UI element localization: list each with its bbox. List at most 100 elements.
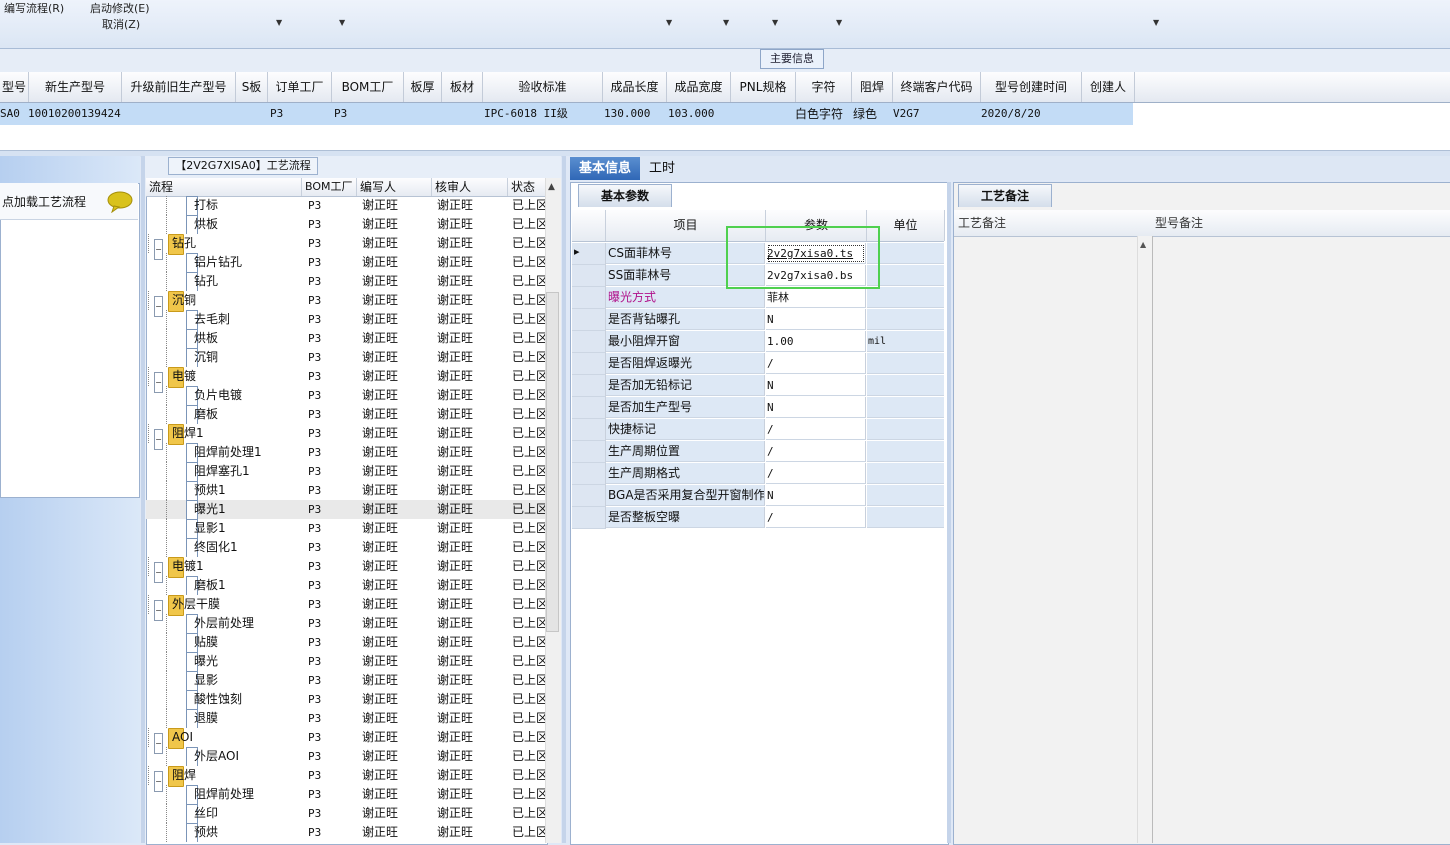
- tree-node[interactable]: 外层AOI P3 谢正旺 谢正旺 已上区: [146, 747, 546, 766]
- tree-node[interactable]: 阻焊塞孔1 P3 谢正旺 谢正旺 已上区: [146, 462, 546, 481]
- param-value[interactable]: /: [766, 507, 866, 528]
- row-selector[interactable]: [572, 331, 606, 353]
- col-material[interactable]: 板材: [442, 72, 483, 102]
- dropdown-arrow-icon[interactable]: ▼: [666, 18, 672, 27]
- row-selector[interactable]: [572, 353, 606, 375]
- row-selector[interactable]: [572, 309, 606, 331]
- tree-node[interactable]: 终固化1 P3 谢正旺 谢正旺 已上区: [146, 538, 546, 557]
- param-value[interactable]: N: [766, 375, 866, 396]
- scroll-up-icon[interactable]: ▲: [548, 182, 555, 192]
- tree-node[interactable]: 显影1 P3 谢正旺 谢正旺 已上区: [146, 519, 546, 538]
- row-selector[interactable]: [572, 265, 606, 287]
- row-selector[interactable]: [572, 419, 606, 441]
- cancel-menu[interactable]: 取消(Z): [102, 16, 140, 32]
- tree-node[interactable]: − 钻孔 P3 谢正旺 谢正旺 已上区: [146, 234, 546, 260]
- start-modify-menu[interactable]: 启动修改(E): [90, 0, 150, 16]
- param-value[interactable]: /: [766, 441, 866, 462]
- speech-bubble-icon[interactable]: [107, 191, 133, 213]
- param-value[interactable]: /: [766, 419, 866, 440]
- param-value[interactable]: /: [766, 353, 866, 374]
- param-value[interactable]: N: [766, 309, 866, 330]
- remark-scrollbar[interactable]: [1137, 236, 1153, 843]
- col-created[interactable]: 型号创建时间: [981, 72, 1082, 102]
- tree-node[interactable]: − 沉铜 P3 谢正旺 谢正旺 已上区: [146, 291, 546, 317]
- vertical-splitter[interactable]: [947, 182, 951, 843]
- col-flow-bom[interactable]: BOM工厂: [302, 178, 357, 196]
- model-remark-input[interactable]: [1153, 237, 1447, 841]
- tree-node[interactable]: 烘板 P3 谢正旺 谢正旺 已上区: [146, 329, 546, 348]
- tab-process-remarks[interactable]: 工艺备注: [958, 184, 1052, 207]
- tree-node[interactable]: 显影 P3 谢正旺 谢正旺 已上区: [146, 671, 546, 690]
- tree-node[interactable]: 曝光 P3 谢正旺 谢正旺 已上区: [146, 652, 546, 671]
- flow-scroll-thumb[interactable]: [546, 292, 559, 632]
- tree-node[interactable]: 阻焊前处理 P3 谢正旺 谢正旺 已上区: [146, 785, 546, 804]
- col-customer[interactable]: 终端客户代码: [893, 72, 981, 102]
- param-value[interactable]: 1.00: [766, 331, 866, 352]
- param-row[interactable]: 是否加无铅标记 N: [572, 375, 944, 397]
- col-width[interactable]: 成品宽度: [667, 72, 731, 102]
- dropdown-arrow-icon[interactable]: ▼: [723, 18, 729, 27]
- main-info-tab[interactable]: 主要信息: [760, 49, 824, 69]
- param-row[interactable]: 是否加生产型号 N: [572, 397, 944, 419]
- col-standard[interactable]: 验收标准: [483, 72, 603, 102]
- param-row[interactable]: 生产周期格式 /: [572, 463, 944, 485]
- tree-node[interactable]: 曝光1 P3 谢正旺 谢正旺 已上区: [146, 500, 546, 519]
- load-flow-label[interactable]: 点加载工艺流程: [2, 193, 86, 210]
- param-row[interactable]: 快捷标记 /: [572, 419, 944, 441]
- param-value[interactable]: N: [766, 485, 866, 506]
- tree-node[interactable]: − AOI P3 谢正旺 谢正旺 已上区: [146, 728, 546, 754]
- tree-node[interactable]: 丝印 P3 谢正旺 谢正旺 已上区: [146, 804, 546, 823]
- col-order-factory[interactable]: 订单工厂: [268, 72, 332, 102]
- row-selector[interactable]: [572, 441, 606, 463]
- edit-flow-menu[interactable]: 编写流程(R): [4, 0, 64, 16]
- param-value[interactable]: 菲林: [766, 287, 866, 308]
- param-value[interactable]: /: [766, 463, 866, 484]
- col-status[interactable]: 状态: [508, 178, 546, 196]
- tree-node[interactable]: 酸性蚀刻 P3 谢正旺 谢正旺 已上区: [146, 690, 546, 709]
- dropdown-arrow-icon[interactable]: ▼: [772, 18, 778, 27]
- param-row[interactable]: 是否阻焊返曝光 /: [572, 353, 944, 375]
- tree-node[interactable]: 阻焊前处理1 P3 谢正旺 谢正旺 已上区: [146, 443, 546, 462]
- tree-node[interactable]: 负片电镀 P3 谢正旺 谢正旺 已上区: [146, 386, 546, 405]
- col-thickness[interactable]: 板厚: [404, 72, 442, 102]
- row-selector[interactable]: ▸: [572, 243, 606, 265]
- tree-node[interactable]: 打标 P3 谢正旺 谢正旺 已上区: [146, 196, 546, 215]
- tree-node[interactable]: − 电镀 P3 谢正旺 谢正旺 已上区: [146, 367, 546, 393]
- tree-node[interactable]: 外层前处理 P3 谢正旺 谢正旺 已上区: [146, 614, 546, 633]
- tree-node[interactable]: 预烘1 P3 谢正旺 谢正旺 已上区: [146, 481, 546, 500]
- tree-node[interactable]: 磨板1 P3 谢正旺 谢正旺 已上区: [146, 576, 546, 595]
- tree-node[interactable]: 烘板 P3 谢正旺 谢正旺 已上区: [146, 215, 546, 234]
- row-selector[interactable]: [572, 507, 606, 529]
- tree-node[interactable]: 预烘 P3 谢正旺 谢正旺 已上区: [146, 823, 546, 842]
- tree-node[interactable]: − 阻焊1 P3 谢正旺 谢正旺 已上区: [146, 424, 546, 450]
- dropdown-arrow-icon[interactable]: ▼: [1153, 18, 1159, 27]
- col-reviewer[interactable]: 核审人: [432, 178, 508, 196]
- param-row[interactable]: 曝光方式 菲林: [572, 287, 944, 309]
- tree-node[interactable]: − 阻焊 P3 谢正旺 谢正旺 已上区: [146, 766, 546, 792]
- dropdown-arrow-icon[interactable]: ▼: [276, 18, 282, 27]
- param-row[interactable]: 是否背钻曝孔 N: [572, 309, 944, 331]
- col-new-model[interactable]: 新生产型号: [29, 72, 122, 102]
- tree-node[interactable]: 贴膜 P3 谢正旺 谢正旺 已上区: [146, 633, 546, 652]
- tree-node[interactable]: 去毛刺 P3 谢正旺 谢正旺 已上区: [146, 310, 546, 329]
- tree-node[interactable]: 钻孔 P3 谢正旺 谢正旺 已上区: [146, 272, 546, 291]
- col-char[interactable]: 字符: [796, 72, 852, 102]
- col-bom-factory[interactable]: BOM工厂: [332, 72, 404, 102]
- tree-node[interactable]: 磨板 P3 谢正旺 谢正旺 已上区: [146, 405, 546, 424]
- tab-basic-params[interactable]: 基本参数: [578, 184, 672, 207]
- col-pnl[interactable]: PNL规格: [731, 72, 796, 102]
- tree-node[interactable]: 铝片钻孔 P3 谢正旺 谢正旺 已上区: [146, 253, 546, 272]
- tab-basic-info[interactable]: 基本信息: [570, 157, 640, 180]
- col-old-model[interactable]: 升级前旧生产型号: [122, 72, 236, 102]
- param-row[interactable]: 是否整板空曝 /: [572, 507, 944, 529]
- row-selector[interactable]: [572, 375, 606, 397]
- param-row[interactable]: 最小阻焊开窗 1.00 mil: [572, 331, 944, 353]
- tab-work-hours[interactable]: 工时: [642, 157, 682, 180]
- scroll-up-icon[interactable]: ▲: [1140, 240, 1146, 249]
- load-flow-header[interactable]: 点加载工艺流程: [0, 183, 138, 220]
- row-selector[interactable]: [572, 287, 606, 309]
- col-creator[interactable]: 创建人: [1082, 72, 1135, 102]
- vertical-splitter[interactable]: [141, 156, 145, 843]
- tree-node[interactable]: − 电镀1 P3 谢正旺 谢正旺 已上区: [146, 557, 546, 583]
- param-row[interactable]: 生产周期位置 /: [572, 441, 944, 463]
